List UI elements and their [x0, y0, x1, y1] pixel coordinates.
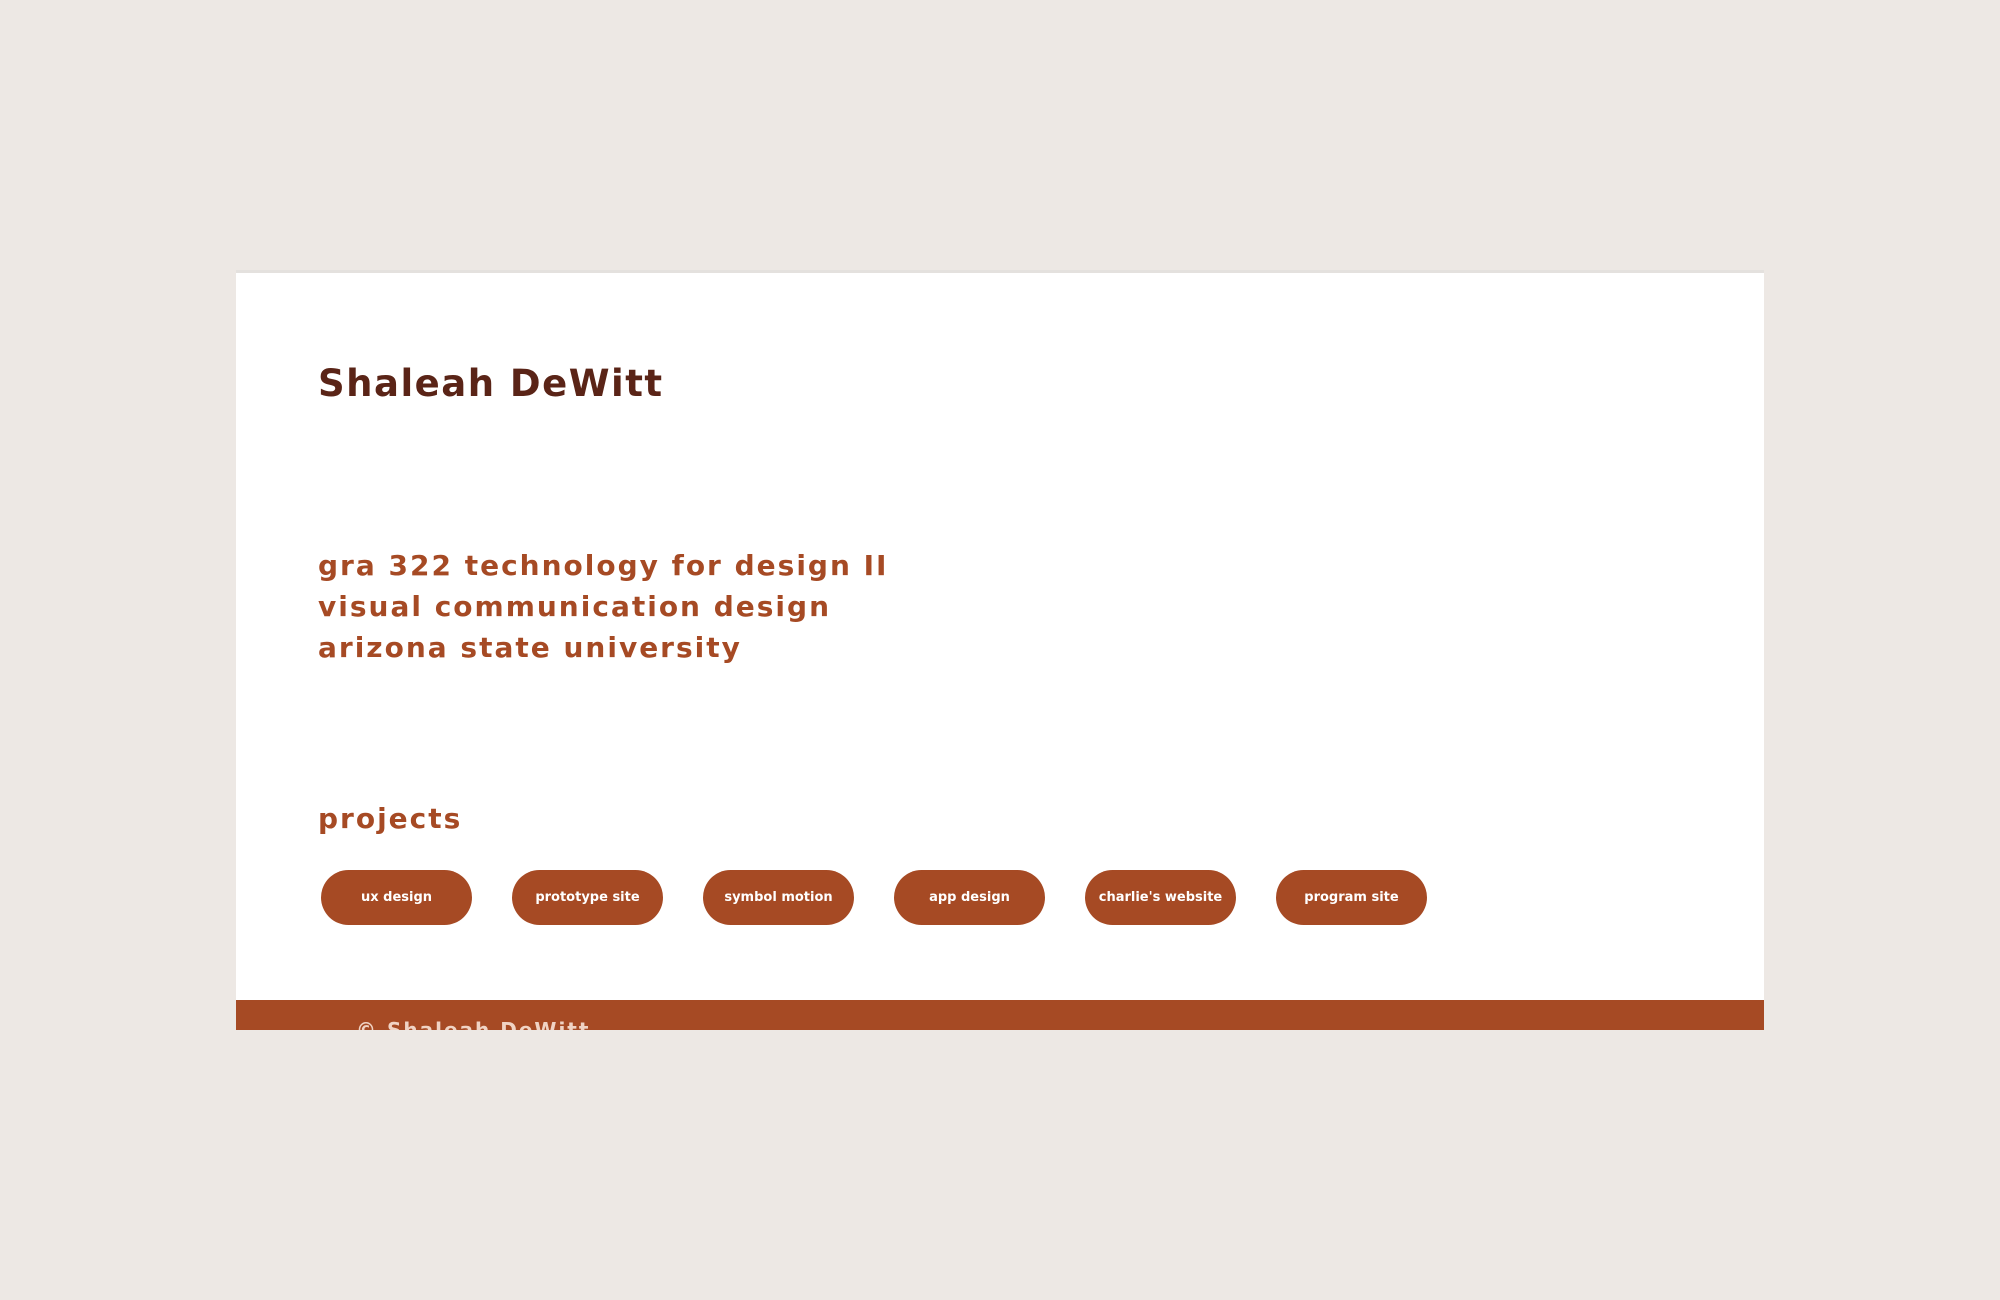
symbol-motion-button[interactable]: symbol motion	[703, 870, 854, 925]
page-card: Shaleah DeWitt gra 322 technology for de…	[236, 270, 1764, 1030]
footer-bar: © Shaleah DeWitt	[236, 1000, 1764, 1030]
footer-copyright: © Shaleah DeWitt	[356, 1018, 591, 1030]
ux-design-button[interactable]: ux design	[321, 870, 472, 925]
site-title: Shaleah DeWitt	[318, 362, 664, 405]
projects-heading: projects	[318, 802, 463, 835]
university-name: arizona state university	[318, 631, 742, 664]
app-design-button[interactable]: app design	[894, 870, 1045, 925]
prototype-site-button[interactable]: prototype site	[512, 870, 663, 925]
program-name: visual communication design	[318, 590, 832, 623]
course-title: gra 322 technology for design II	[318, 549, 889, 582]
program-site-button[interactable]: program site	[1276, 870, 1427, 925]
project-buttons: ux design prototype site symbol motion a…	[321, 870, 1427, 925]
course-info: gra 322 technology for design II visual …	[318, 545, 888, 668]
charlies-website-button[interactable]: charlie's website	[1085, 870, 1236, 925]
